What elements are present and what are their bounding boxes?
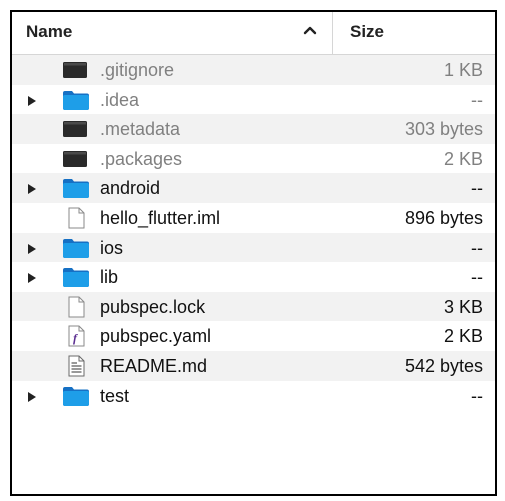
folder-icon <box>62 237 90 259</box>
file-row[interactable]: lib -- <box>12 262 495 292</box>
file-row[interactable]: pubspec.lock 3 KB <box>12 291 495 322</box>
file-size: -- <box>471 89 483 110</box>
file-name: android <box>100 178 161 199</box>
terminal-file-icon <box>62 148 90 170</box>
terminal-file-icon <box>62 59 90 81</box>
file-name: README.md <box>100 355 208 376</box>
file-name: hello_flutter.iml <box>100 207 221 228</box>
document-icon <box>62 296 90 318</box>
file-name: pubspec.yaml <box>100 326 212 347</box>
folder-icon <box>62 266 90 288</box>
file-size: 1 KB <box>443 60 483 80</box>
disclosure-triangle-icon[interactable] <box>26 390 38 402</box>
folder-icon <box>62 89 90 111</box>
folder-icon <box>62 177 90 199</box>
file-size: -- <box>471 385 483 406</box>
file-row[interactable]: ios -- <box>12 232 495 263</box>
file-size: 303 bytes <box>404 119 483 140</box>
disclosure-triangle-icon[interactable] <box>26 271 38 284</box>
column-header-name[interactable]: Name <box>26 22 72 42</box>
file-row[interactable]: README.md 542 bytes <box>12 350 495 381</box>
file-name: lib <box>100 267 119 288</box>
disclosure-triangle-icon[interactable] <box>26 182 38 195</box>
file-size: -- <box>471 267 483 288</box>
disclosure-triangle-icon[interactable] <box>26 94 38 106</box>
column-header-size[interactable]: Size <box>350 22 384 42</box>
document-icon <box>62 207 90 229</box>
file-row[interactable]: android -- <box>12 173 495 203</box>
file-name: .gitignore <box>100 60 175 80</box>
file-list: .gitignore 1 KB .idea -- .metadata 303 bytes.… <box>12 55 495 410</box>
file-name: .packages <box>100 148 183 169</box>
file-row[interactable]: .gitignore 1 KB <box>12 55 495 85</box>
file-row[interactable]: .idea -- <box>12 85 495 115</box>
finder-list-view: Name Size .gitignore 1 KB .idea -- .metadata… <box>10 10 497 496</box>
file-row[interactable]: .packages 2 KB <box>12 144 495 174</box>
file-name: pubspec.lock <box>100 296 206 317</box>
file-size: 542 bytes <box>404 355 483 376</box>
file-row[interactable]: .metadata 303 bytes <box>12 114 495 144</box>
terminal-file-icon <box>62 118 90 140</box>
file-row[interactable]: f pubspec.yaml 2 KB <box>12 321 495 351</box>
file-row[interactable]: hello_flutter.iml 896 bytes <box>12 203 495 233</box>
text-document-icon <box>62 355 90 377</box>
file-size: 2 KB <box>443 148 483 169</box>
file-size: -- <box>471 178 483 199</box>
column-header: Name Size <box>12 12 495 55</box>
folder-icon <box>62 385 90 407</box>
file-size: 3 KB <box>443 296 483 317</box>
file-name: ios <box>100 237 124 258</box>
column-separator[interactable] <box>332 12 333 54</box>
file-name: .metadata <box>100 119 181 140</box>
yaml-file-icon: f <box>62 325 90 347</box>
chevron-up-icon[interactable] <box>302 20 318 40</box>
file-row[interactable]: test -- <box>12 381 495 411</box>
file-size: -- <box>471 237 483 258</box>
file-size: 896 bytes <box>404 207 483 228</box>
file-name: .idea <box>100 89 140 110</box>
disclosure-triangle-icon[interactable] <box>26 242 38 254</box>
file-name: test <box>100 385 130 406</box>
file-size: 2 KB <box>443 326 483 347</box>
